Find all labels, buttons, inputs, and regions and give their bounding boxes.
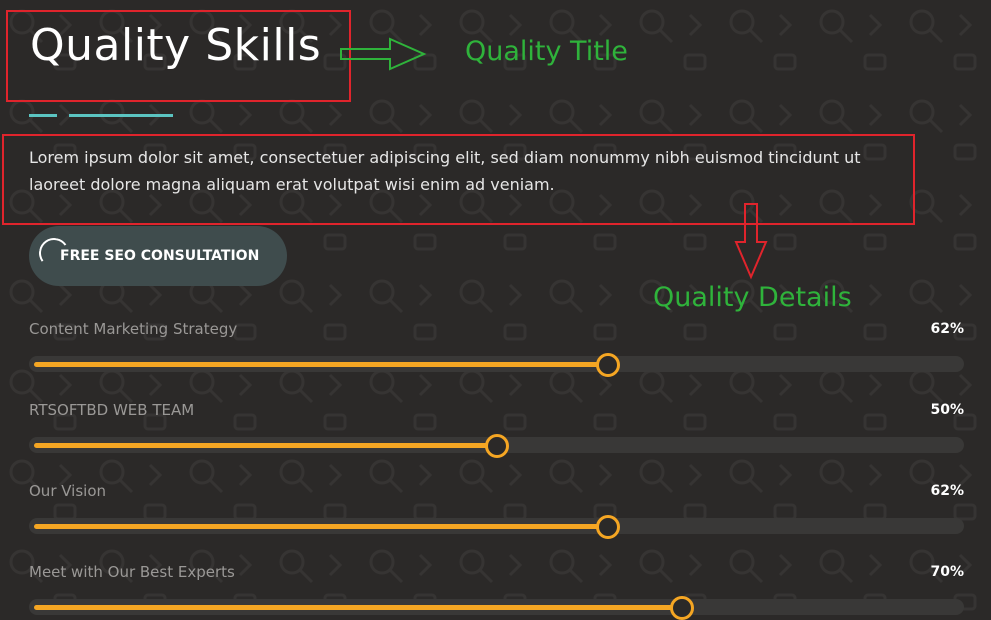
skill-percent: 70% (930, 564, 964, 580)
skill-progress-track (29, 434, 964, 458)
skill-label: Meet with Our Best Experts (29, 563, 235, 581)
skill-label: RTSOFTBD WEB TEAM (29, 401, 195, 419)
skill-progress-handle[interactable] (595, 353, 620, 377)
skill-progress-handle[interactable] (669, 596, 694, 620)
down-arrow-icon (734, 203, 768, 280)
skill-progress-handle[interactable] (595, 515, 620, 539)
loader-icon (36, 235, 72, 271)
details-annotation-box (2, 134, 915, 225)
skill-progress-fill (34, 362, 608, 367)
skill-progress-fill (34, 524, 608, 529)
skill-progress-track (29, 596, 964, 620)
title-divider-long (69, 114, 173, 117)
skill-percent: 50% (930, 402, 964, 418)
title-annotation-box (6, 10, 351, 102)
title-divider-short (29, 114, 57, 117)
skill-label: Our Vision (29, 482, 107, 500)
title-annotation-label: Quality Title (465, 36, 628, 67)
cta-label: FREE SEO CONSULTATION (60, 248, 260, 264)
details-annotation-label: Quality Details (653, 282, 852, 313)
skill-progress-track (29, 515, 964, 539)
skill-progress-handle[interactable] (484, 434, 509, 458)
skill-label: Content Marketing Strategy (29, 320, 238, 338)
right-arrow-icon (340, 37, 427, 71)
skill-progress-fill (34, 605, 682, 610)
skill-percent: 62% (930, 483, 964, 499)
skill-progress-fill (34, 443, 497, 448)
skill-progress-track (29, 353, 964, 377)
skill-percent: 62% (930, 321, 964, 337)
free-seo-consultation-button[interactable]: FREE SEO CONSULTATION (29, 226, 287, 286)
